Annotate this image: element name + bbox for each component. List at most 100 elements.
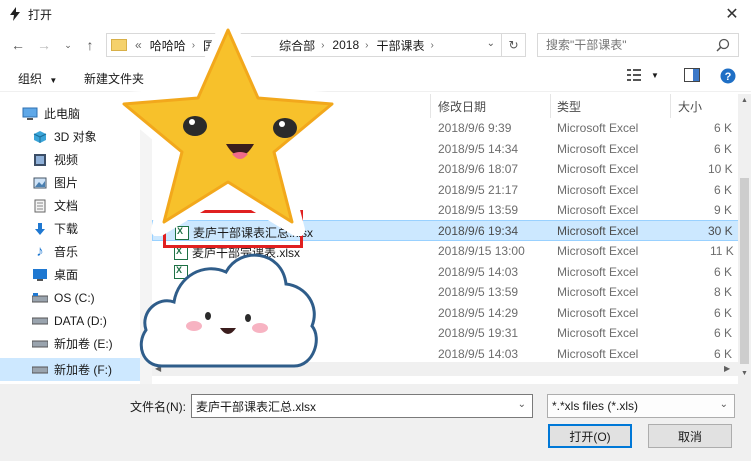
file-size: 10 K	[708, 162, 733, 176]
column-header-date[interactable]: 修改日期	[438, 94, 486, 118]
nav-item-label: 新加卷 (F:)	[54, 363, 112, 377]
recent-chevron-icon[interactable]: ⌄	[60, 37, 76, 53]
window-title: 打开	[28, 7, 53, 22]
drive-icon	[32, 314, 48, 328]
search-icon[interactable]	[716, 38, 730, 55]
3d-objects-icon	[32, 130, 48, 144]
up-arrow-icon[interactable]: ↑	[82, 37, 98, 53]
file-type: Microsoft Excel	[557, 244, 639, 258]
column-header-size[interactable]: 大小	[678, 94, 702, 118]
open-button[interactable]: 打开(O)	[548, 424, 632, 448]
nav-item-label: 新加卷 (E:)	[54, 337, 113, 351]
drive-icon	[32, 363, 48, 377]
column-divider[interactable]	[670, 94, 671, 118]
nav-item-label: 视频	[54, 153, 79, 167]
file-size: 9 K	[714, 203, 733, 217]
svg-text:?: ?	[725, 71, 732, 83]
breadcrumb-item[interactable]: 干部课表	[376, 37, 424, 54]
forward-arrow-icon[interactable]: →	[36, 37, 52, 53]
scroll-down-icon[interactable]: ▼	[741, 370, 748, 377]
chevron-down-icon[interactable]: ⌄	[487, 38, 495, 49]
file-date: 2018/9/5 13:59	[438, 203, 519, 217]
preview-pane-icon[interactable]	[684, 68, 700, 82]
organize-button[interactable]: 组织 ▼	[18, 70, 57, 87]
chevron-right-icon[interactable]: ›	[430, 40, 433, 51]
back-arrow-icon[interactable]: ←	[10, 37, 26, 53]
column-divider[interactable]	[550, 94, 551, 118]
column-header-type[interactable]: 类型	[557, 94, 581, 118]
file-date: 2018/9/5 13:59	[438, 285, 519, 299]
music-icon: ♪	[36, 243, 44, 260]
nav-item-volume-f[interactable]: 新加卷 (F:)	[0, 358, 152, 381]
search-box[interactable]	[537, 33, 739, 57]
filename-combobox[interactable]: ⌄	[191, 394, 533, 418]
file-date: 2018/9/5 14:03	[438, 264, 519, 279]
file-size: 6 K	[714, 141, 733, 156]
nav-item-os-c[interactable]: OS (C:)	[0, 286, 152, 309]
file-size: 6 K	[714, 182, 733, 197]
refresh-icon[interactable]: ↻	[501, 34, 525, 56]
file-type-filter[interactable]: *.*xls files (*.xls) ⌄	[547, 394, 735, 418]
close-icon[interactable]: ✕	[721, 4, 743, 24]
caret-down-icon: ▼	[651, 70, 659, 80]
file-size: 6 K	[714, 264, 733, 279]
file-type: Microsoft Excel	[557, 264, 639, 279]
cancel-button[interactable]: 取消	[648, 424, 732, 448]
pc-icon	[22, 107, 38, 121]
file-date: 2018/9/5 19:31	[438, 326, 519, 340]
view-options-button[interactable]: ▼	[627, 68, 659, 82]
drive-icon	[32, 291, 48, 305]
file-type: Microsoft Excel	[557, 224, 639, 238]
help-icon[interactable]: ?	[720, 68, 736, 84]
file-type: Microsoft Excel	[557, 121, 639, 135]
file-type: Microsoft Excel	[557, 305, 639, 320]
scroll-up-icon[interactable]: ▲	[741, 97, 748, 104]
nav-item-volume-e[interactable]: 新加卷 (E:)	[0, 332, 152, 355]
chevron-down-icon[interactable]: ⌄	[518, 399, 526, 410]
filename-input[interactable]	[196, 399, 506, 413]
nav-item-label: 文档	[54, 199, 79, 213]
nav-item-data-d[interactable]: DATA (D:)	[0, 309, 152, 332]
file-type: Microsoft Excel	[557, 162, 639, 176]
nav-item-label: DATA (D:)	[54, 313, 107, 328]
scroll-right-icon[interactable]: ▶	[724, 364, 730, 373]
nav-item-label: 音乐	[54, 245, 79, 259]
chevron-right-icon[interactable]: ›	[365, 40, 368, 51]
nav-item-desktop[interactable]: 桌面	[0, 263, 152, 286]
scrollbar-thumb[interactable]	[740, 178, 749, 364]
vertical-scrollbar[interactable]: ▲ ▼	[738, 94, 751, 384]
chevron-down-icon[interactable]: ⌄	[720, 399, 728, 410]
file-date: 2018/9/6 19:34	[438, 224, 519, 238]
file-type: Microsoft Excel	[557, 346, 639, 361]
desktop-icon	[32, 268, 48, 282]
nav-item-label: 图片	[54, 176, 79, 190]
file-type-filter-value: *.*xls files (*.xls)	[552, 399, 639, 413]
nav-item-label: 3D 对象	[54, 130, 97, 144]
file-type: Microsoft Excel	[557, 141, 639, 156]
nav-item-label: OS (C:)	[54, 290, 95, 305]
file-size: 30 K	[708, 224, 733, 238]
file-date: 2018/9/6 9:39	[438, 121, 512, 135]
caret-down-icon: ▼	[49, 76, 58, 85]
nav-item-music[interactable]: ♪ 音乐	[0, 240, 152, 263]
column-divider[interactable]	[430, 94, 431, 118]
file-size: 6 K	[714, 346, 733, 361]
drive-icon	[32, 337, 48, 351]
download-icon	[32, 222, 48, 236]
documents-icon	[32, 199, 48, 213]
file-type: Microsoft Excel	[557, 285, 639, 299]
file-size: 6 K	[714, 121, 733, 135]
file-date: 2018/9/5 14:34	[438, 141, 519, 156]
file-size: 11 K	[710, 244, 734, 258]
search-input[interactable]	[546, 38, 716, 52]
file-size: 6 K	[714, 305, 733, 320]
pictures-icon	[32, 176, 48, 190]
file-date: 2018/9/5 14:03	[438, 346, 519, 361]
file-size: 6 K	[714, 326, 733, 340]
file-size: 8 K	[714, 285, 733, 299]
star-sticker	[109, 16, 347, 236]
file-type: Microsoft Excel	[557, 182, 639, 197]
nav-item-label: 此电脑	[44, 107, 81, 121]
nav-item-label: 桌面	[54, 268, 79, 282]
file-date: 2018/9/6 18:07	[438, 162, 519, 176]
